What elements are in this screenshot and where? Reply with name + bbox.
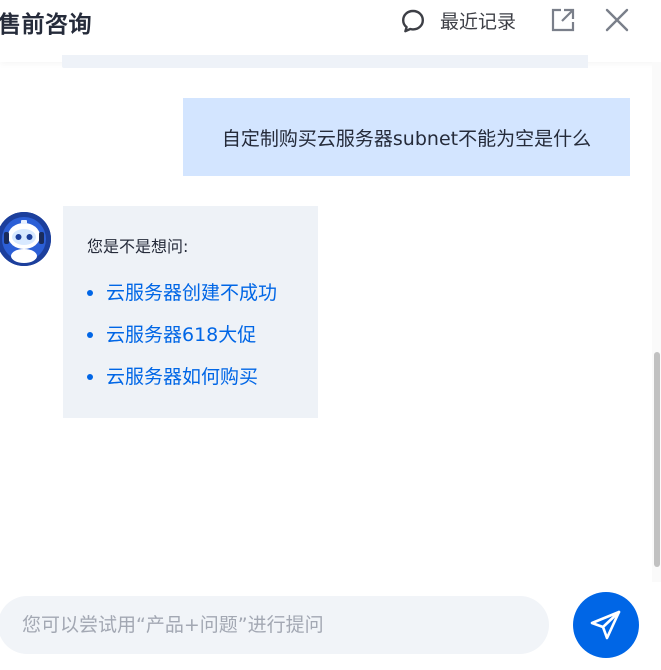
- user-message-text: 自定制购买云服务器subnet不能为空是什么: [221, 127, 592, 150]
- input-container: [0, 596, 549, 654]
- previous-message-bubble: [62, 55, 588, 68]
- bullet-icon: [87, 332, 93, 338]
- bot-message-bubble: 您是不是想问: 云服务器创建不成功 云服务器618大促 云服务器如何购买: [63, 206, 318, 418]
- user-message-bubble: 自定制购买云服务器subnet不能为空是什么: [183, 98, 630, 176]
- suggestion-label: 云服务器创建不成功: [106, 282, 278, 304]
- question-input[interactable]: [0, 596, 549, 654]
- bot-avatar: [0, 212, 51, 266]
- suggestion-item[interactable]: 云服务器创建不成功: [85, 278, 277, 320]
- suggestion-item[interactable]: 云服务器618大促: [85, 320, 277, 362]
- send-icon: [590, 610, 621, 640]
- bullet-icon: [87, 374, 93, 380]
- bullet-icon: [87, 290, 93, 296]
- header: 售前咨询 最近记录: [0, 0, 661, 62]
- suggestion-label: 云服务器如何购买: [106, 366, 259, 388]
- close-icon[interactable]: [604, 7, 630, 33]
- send-button[interactable]: [573, 592, 639, 658]
- page-title: 售前咨询: [0, 12, 92, 38]
- external-link-icon[interactable]: [550, 7, 576, 33]
- suggestion-list: 云服务器创建不成功 云服务器618大促 云服务器如何购买: [85, 278, 277, 404]
- suggestion-item[interactable]: 云服务器如何购买: [85, 362, 277, 404]
- bot-intro-text: 您是不是想问:: [87, 237, 189, 256]
- history-button[interactable]: 最近记录: [440, 7, 516, 34]
- suggestion-label: 云服务器618大促: [106, 324, 257, 346]
- robot-avatar-icon: [0, 212, 51, 266]
- scrollbar-thumb[interactable]: [654, 352, 660, 567]
- chat-bubble-icon[interactable]: [400, 8, 426, 34]
